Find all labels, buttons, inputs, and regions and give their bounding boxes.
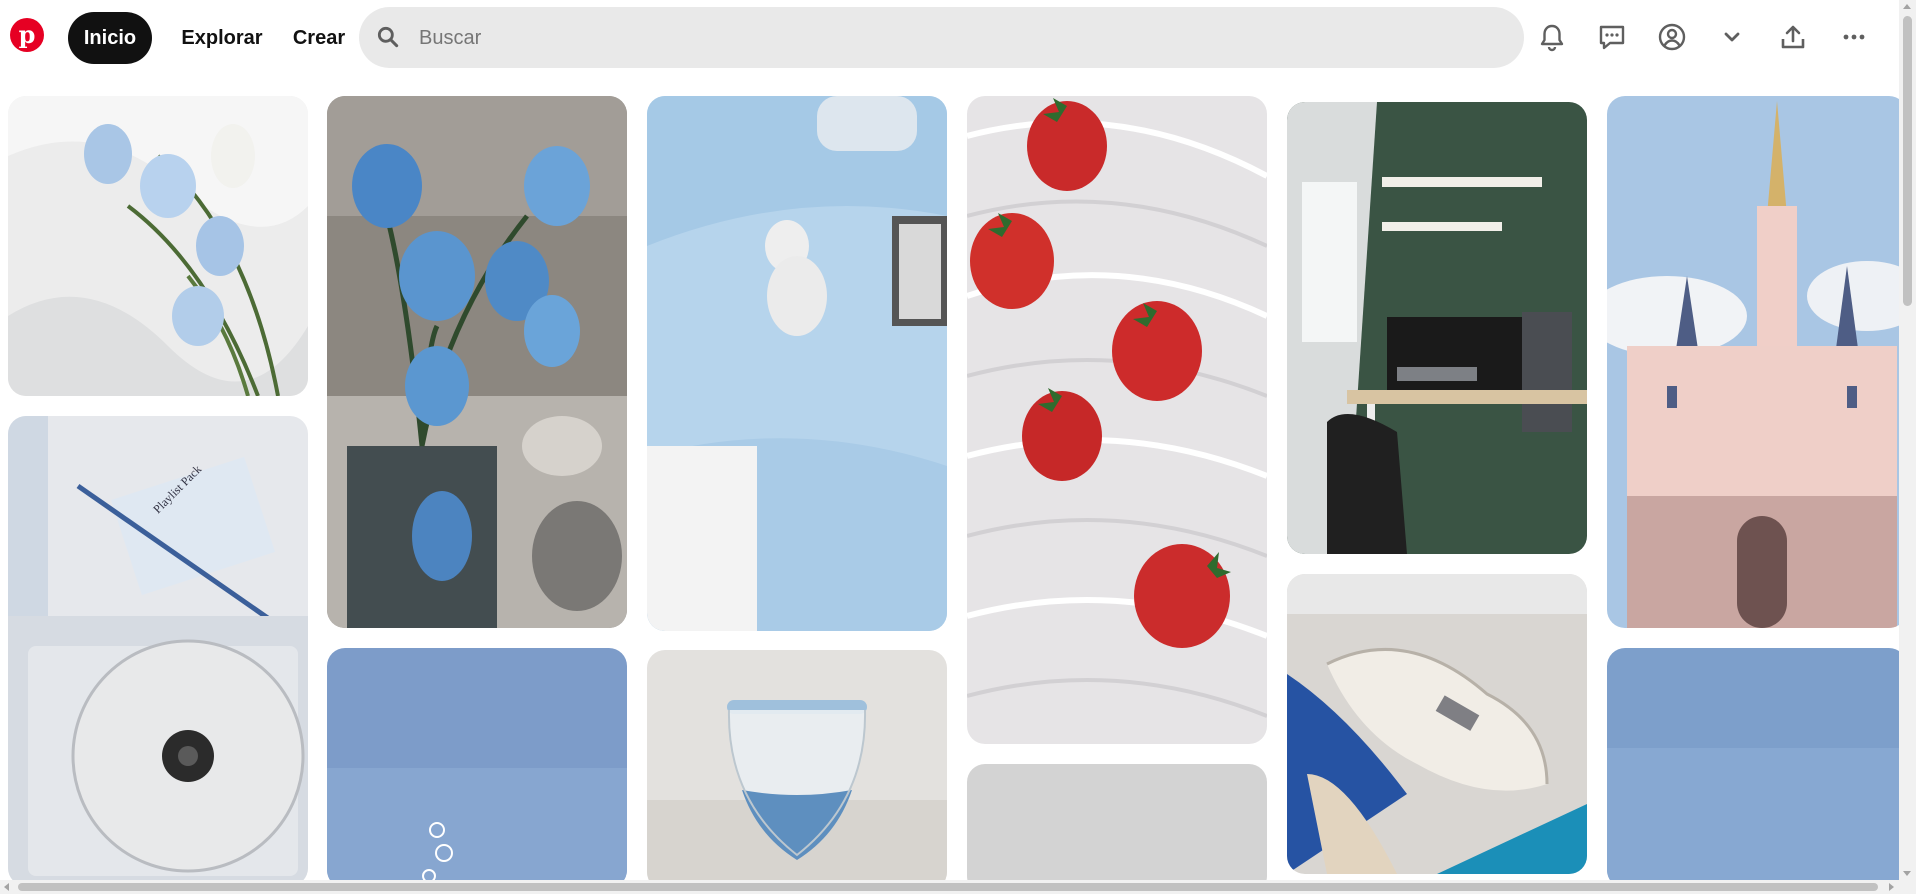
cd-player-image: Playlist Pack <box>8 416 308 880</box>
horizontal-scrollbar[interactable] <box>0 880 1916 894</box>
blue-bedding-bunny-image <box>647 96 947 631</box>
pin-card-blue-bedding[interactable] <box>647 96 947 631</box>
hourglass-image <box>647 650 947 880</box>
logo-letter: p <box>18 19 36 49</box>
search-input[interactable] <box>417 7 1501 70</box>
pin-card-blue-sky-bubbles[interactable] <box>327 648 627 880</box>
chevron-down-icon[interactable] <box>1712 17 1752 57</box>
scroll-up-arrow-icon[interactable] <box>1903 4 1911 9</box>
scroll-right-arrow-icon[interactable] <box>1889 883 1894 891</box>
search-bar[interactable] <box>359 7 1524 70</box>
scroll-left-arrow-icon[interactable] <box>4 883 9 891</box>
sneaker-in-hand-image <box>1287 574 1587 874</box>
strawberries-water-image <box>967 96 1267 744</box>
blue-sky-image <box>1607 648 1902 880</box>
user-circle-icon[interactable] <box>1652 17 1692 57</box>
pin-card-sneaker[interactable] <box>1287 574 1587 874</box>
nav-create-button[interactable]: Crear <box>284 12 354 64</box>
pin-card-desk-setup[interactable] <box>1287 102 1587 554</box>
blue-tulips-vase-image <box>327 96 627 628</box>
pin-card-blue-tulips-vase[interactable] <box>327 96 627 628</box>
pin-card-cd-player[interactable]: Playlist Pack <box>8 416 308 880</box>
pin-card-castle[interactable] <box>1607 96 1902 628</box>
share-upload-icon[interactable] <box>1773 17 1813 57</box>
pin-card-strawberries[interactable] <box>967 96 1267 744</box>
blue-sky-bubbles-image <box>327 648 627 880</box>
pin-card-blue-sky[interactable] <box>1607 648 1902 880</box>
pink-castle-image <box>1607 96 1902 628</box>
pin-card-grey-placeholder[interactable] <box>967 764 1267 880</box>
pin-card-tulips-white[interactable] <box>8 96 308 396</box>
chat-bubble-icon[interactable] <box>1592 17 1632 57</box>
vertical-scrollbar[interactable] <box>1899 0 1916 880</box>
pin-card-hourglass[interactable] <box>647 650 947 880</box>
nav-home-button[interactable]: Inicio <box>68 12 152 64</box>
bell-icon[interactable] <box>1532 17 1572 57</box>
horizontal-scrollbar-thumb[interactable] <box>18 883 1878 891</box>
tulips-on-cloth-image <box>8 96 308 396</box>
scroll-down-arrow-icon[interactable] <box>1903 871 1911 876</box>
grey-placeholder-image <box>967 764 1267 880</box>
nav-explore-button[interactable]: Explorar <box>172 12 272 64</box>
top-navigation-bar: p Inicio Explorar Crear <box>0 0 1916 80</box>
more-horizontal-icon[interactable] <box>1834 17 1874 57</box>
search-icon <box>375 24 401 50</box>
pin-grid: Playlist Pack <box>0 80 1902 880</box>
pinterest-logo-icon[interactable]: p <box>10 18 44 52</box>
vertical-scrollbar-thumb[interactable] <box>1903 16 1912 306</box>
desk-setup-image <box>1287 102 1587 554</box>
